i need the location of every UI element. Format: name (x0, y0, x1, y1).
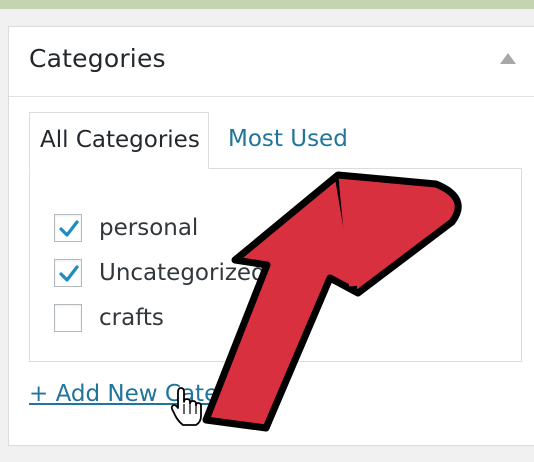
page-background: Categories All Categories Most Used pers… (0, 9, 534, 462)
category-checkbox-personal[interactable] (54, 214, 82, 242)
category-checkbox-crafts[interactable] (54, 304, 82, 332)
category-label[interactable]: Uncategorized (99, 260, 266, 286)
category-checklist: personal Uncategorized crafts (29, 168, 522, 362)
panel-header[interactable]: Categories (9, 27, 534, 97)
list-item: personal (54, 211, 198, 245)
category-checkbox-uncategorized[interactable] (54, 259, 82, 287)
panel-title: Categories (29, 44, 166, 73)
list-item: crafts (54, 301, 164, 335)
checkmark-icon (59, 220, 79, 237)
tab-most-used[interactable]: Most Used (228, 112, 348, 169)
checkmark-icon (59, 265, 79, 282)
top-strip (0, 0, 534, 9)
add-new-category-link[interactable]: + Add New Category (29, 381, 270, 407)
category-label[interactable]: personal (99, 215, 198, 241)
category-label[interactable]: crafts (99, 305, 164, 331)
collapse-arrow-icon[interactable] (500, 53, 516, 64)
list-item: Uncategorized (54, 256, 266, 290)
tab-all-categories[interactable]: All Categories (29, 112, 209, 169)
categories-panel: Categories All Categories Most Used pers… (8, 26, 534, 446)
